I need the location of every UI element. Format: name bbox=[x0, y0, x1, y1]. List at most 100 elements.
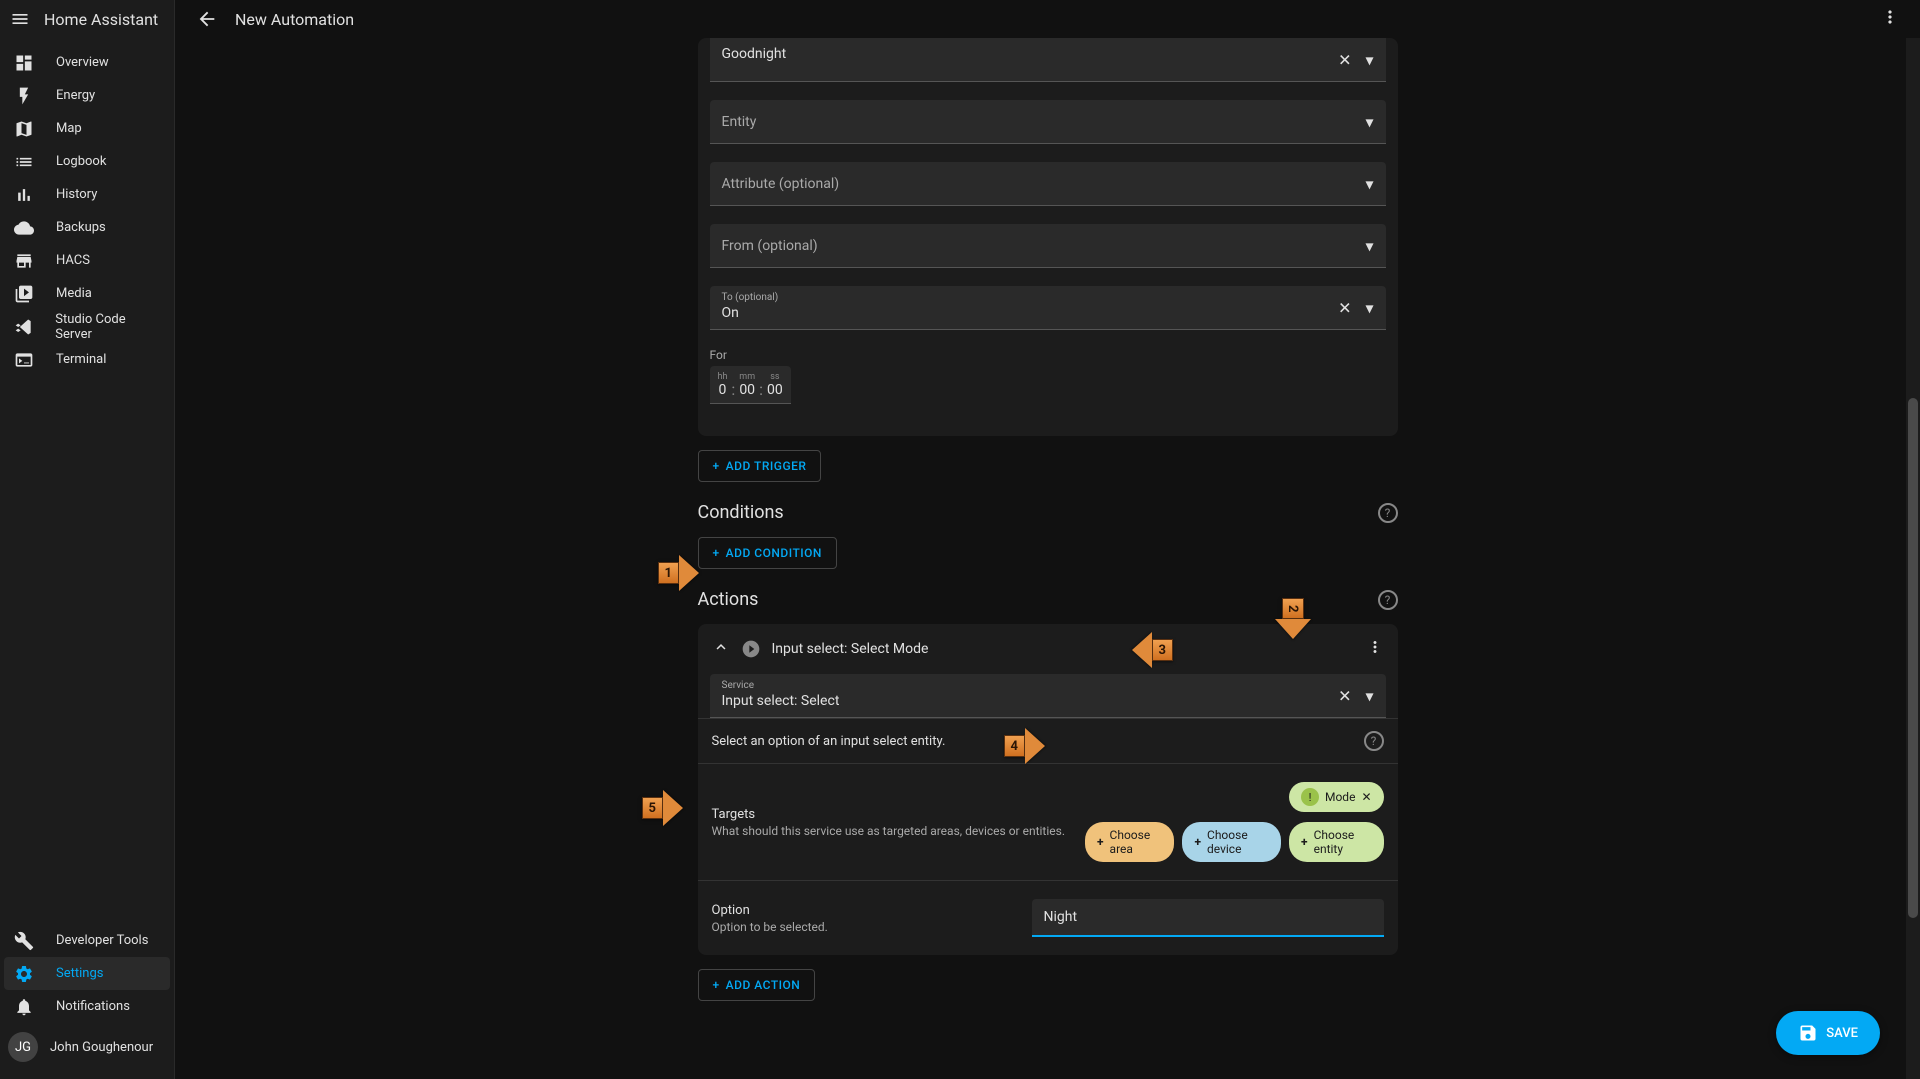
sidebar-item-label: Terminal bbox=[56, 352, 106, 367]
wrench-icon bbox=[12, 929, 36, 953]
mode-chip[interactable]: ! Mode ✕ bbox=[1289, 782, 1384, 812]
chevron-down-icon[interactable]: ▾ bbox=[1365, 112, 1373, 131]
sidebar-header: Home Assistant bbox=[0, 0, 174, 38]
to-label: To (optional) bbox=[722, 292, 779, 303]
sidebar-item-overview[interactable]: Overview bbox=[0, 46, 174, 79]
back-button[interactable] bbox=[195, 7, 219, 31]
sidebar-item-studio-code[interactable]: Studio Code Server bbox=[0, 310, 174, 343]
to-field[interactable]: To (optional) On ✕ ▾ bbox=[710, 286, 1386, 330]
sidebar: Home Assistant Overview Energy Map Logbo… bbox=[0, 0, 175, 1079]
goodnight-field[interactable]: Goodnight ✕ ▾ bbox=[710, 38, 1386, 82]
chevron-up-icon[interactable] bbox=[712, 638, 730, 660]
chevron-down-icon[interactable]: ▾ bbox=[1365, 174, 1373, 193]
trigger-card: Goodnight ✕ ▾ Entity ▾ Attribute (option… bbox=[698, 38, 1398, 436]
more-icon[interactable] bbox=[1880, 7, 1900, 31]
chevron-down-icon[interactable]: ▾ bbox=[1365, 50, 1373, 69]
plus-icon: + bbox=[1194, 835, 1201, 849]
from-field[interactable]: From (optional) ▾ bbox=[710, 224, 1386, 268]
sidebar-item-devtools[interactable]: Developer Tools bbox=[0, 924, 174, 957]
sidebar-item-label: Developer Tools bbox=[56, 933, 148, 948]
for-label: For bbox=[710, 348, 1386, 362]
hamburger-icon[interactable] bbox=[8, 7, 32, 31]
save-button[interactable]: SAVE bbox=[1776, 1011, 1880, 1055]
service-field[interactable]: Service Input select: Select ✕ ▾ bbox=[710, 674, 1386, 718]
hh-value[interactable]: 0 bbox=[719, 382, 727, 398]
entity-label: Entity bbox=[722, 114, 757, 130]
sidebar-item-backups[interactable]: Backups bbox=[0, 211, 174, 244]
sidebar-item-label: Backups bbox=[56, 220, 106, 235]
page-title: New Automation bbox=[235, 10, 354, 29]
help-icon[interactable]: ? bbox=[1378, 503, 1398, 523]
sidebar-item-label: Notifications bbox=[56, 999, 130, 1014]
add-condition-button[interactable]: + ADD CONDITION bbox=[698, 537, 837, 569]
choose-entity-chip[interactable]: + Choose entity bbox=[1289, 822, 1383, 862]
clear-icon[interactable]: ✕ bbox=[1338, 298, 1351, 317]
clear-icon[interactable]: ✕ bbox=[1338, 686, 1351, 705]
targets-row: Targets What should this service use as … bbox=[698, 763, 1398, 880]
sidebar-item-hacs[interactable]: HACS bbox=[0, 244, 174, 277]
to-value: On bbox=[722, 305, 739, 321]
plus-icon: + bbox=[713, 546, 720, 560]
content: Goodnight ✕ ▾ Entity ▾ Attribute (option… bbox=[175, 38, 1920, 1079]
plus-icon: + bbox=[1301, 835, 1308, 849]
user-row[interactable]: JG John Goughenour bbox=[0, 1023, 174, 1071]
conditions-title: Conditions ? bbox=[698, 502, 1398, 523]
targets-title: Targets bbox=[712, 807, 1066, 822]
sidebar-item-label: Settings bbox=[56, 966, 103, 981]
sidebar-item-settings[interactable]: Settings bbox=[4, 957, 170, 990]
choose-area-chip[interactable]: + Choose area bbox=[1085, 822, 1174, 862]
choose-device-chip[interactable]: + Choose device bbox=[1182, 822, 1281, 862]
close-icon[interactable]: ✕ bbox=[1361, 790, 1371, 804]
help-icon[interactable]: ? bbox=[1378, 590, 1398, 610]
vscode-icon bbox=[12, 315, 35, 339]
ss-value[interactable]: 00 bbox=[767, 382, 783, 398]
from-label: From (optional) bbox=[722, 238, 818, 254]
attribute-field[interactable]: Attribute (optional) ▾ bbox=[710, 162, 1386, 206]
app-title: Home Assistant bbox=[44, 10, 158, 29]
service-desc: Select an option of an input select enti… bbox=[712, 734, 946, 749]
sidebar-item-label: History bbox=[56, 187, 97, 202]
plus-icon: + bbox=[713, 459, 720, 473]
annotation-arrow-5: 5 bbox=[642, 790, 683, 826]
dashboard-icon bbox=[12, 51, 36, 75]
for-section: For hh0 : mm00 : ss00 bbox=[710, 348, 1386, 404]
sidebar-item-label: Studio Code Server bbox=[55, 312, 162, 342]
gear-icon bbox=[12, 962, 36, 986]
service-label: Service bbox=[722, 680, 755, 691]
nav-list: Overview Energy Map Logbook History Back… bbox=[0, 38, 174, 924]
sidebar-item-label: Media bbox=[56, 286, 92, 301]
option-title: Option bbox=[712, 903, 1012, 918]
sidebar-bottom: Developer Tools Settings Notifications J… bbox=[0, 924, 174, 1079]
topbar: New Automation bbox=[175, 0, 1920, 38]
entity-field[interactable]: Entity ▾ bbox=[710, 100, 1386, 144]
scrollbar-thumb[interactable] bbox=[1908, 398, 1918, 918]
list-icon bbox=[12, 150, 36, 174]
add-action-button[interactable]: + ADD ACTION bbox=[698, 969, 816, 1001]
store-icon bbox=[12, 249, 36, 273]
add-trigger-button[interactable]: + ADD TRIGGER bbox=[698, 450, 822, 482]
for-inputs[interactable]: hh0 : mm00 : ss00 bbox=[710, 366, 791, 404]
service-value: Input select: Select bbox=[722, 693, 840, 709]
clear-icon[interactable]: ✕ bbox=[1338, 50, 1351, 69]
option-input[interactable] bbox=[1032, 899, 1384, 937]
mm-value[interactable]: 00 bbox=[739, 382, 755, 398]
sidebar-item-terminal[interactable]: Terminal bbox=[0, 343, 174, 376]
service-desc-row: Select an option of an input select enti… bbox=[698, 718, 1398, 763]
option-row: Option Option to be selected. bbox=[698, 880, 1398, 955]
sidebar-item-notifications[interactable]: Notifications bbox=[0, 990, 174, 1023]
info-icon: ! bbox=[1301, 788, 1319, 806]
sidebar-item-logbook[interactable]: Logbook bbox=[0, 145, 174, 178]
plus-icon: + bbox=[1097, 835, 1104, 849]
help-icon[interactable]: ? bbox=[1364, 731, 1384, 751]
sidebar-item-history[interactable]: History bbox=[0, 178, 174, 211]
chevron-down-icon[interactable]: ▾ bbox=[1365, 236, 1373, 255]
main: New Automation Goodnight ✕ ▾ Entity ▾ At… bbox=[175, 0, 1920, 1079]
more-icon[interactable] bbox=[1366, 638, 1384, 660]
action-title: Input select: Select Mode bbox=[772, 641, 929, 657]
chevron-down-icon[interactable]: ▾ bbox=[1365, 298, 1373, 317]
scrollbar[interactable] bbox=[1906, 38, 1920, 1079]
sidebar-item-media[interactable]: Media bbox=[0, 277, 174, 310]
sidebar-item-map[interactable]: Map bbox=[0, 112, 174, 145]
chevron-down-icon[interactable]: ▾ bbox=[1365, 686, 1373, 705]
sidebar-item-energy[interactable]: Energy bbox=[0, 79, 174, 112]
